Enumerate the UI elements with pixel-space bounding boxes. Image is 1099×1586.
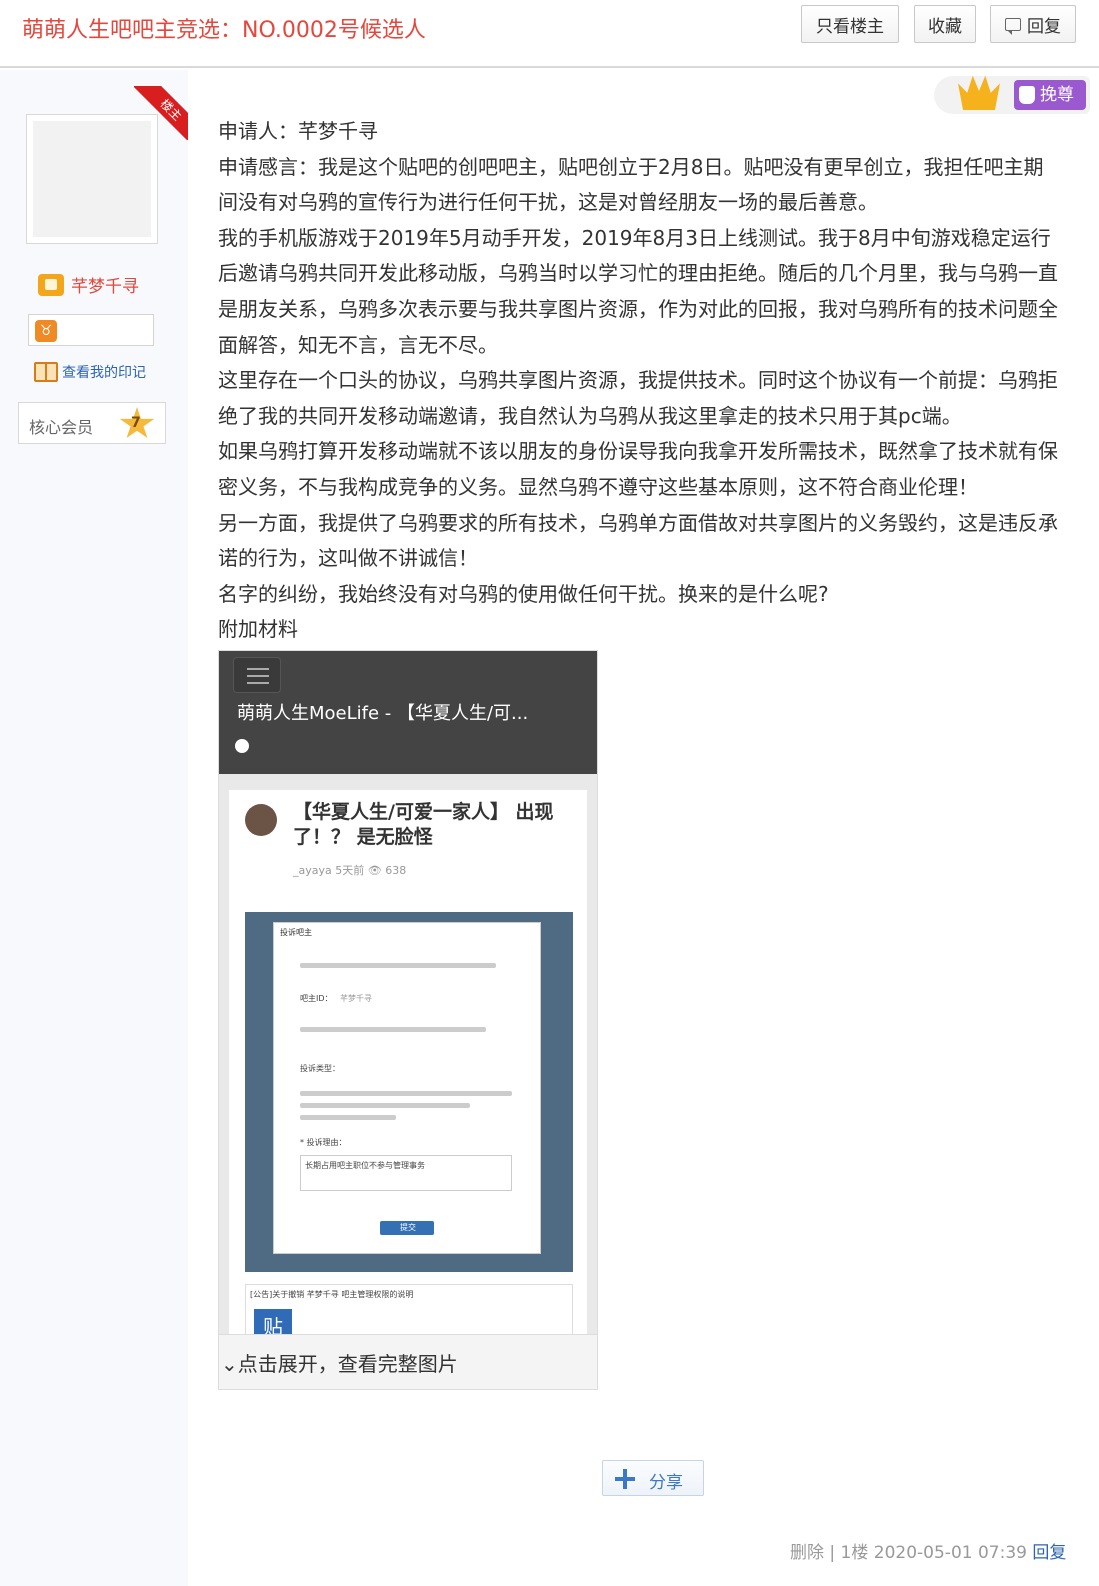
wanzun-badge[interactable]: 挽尊 (934, 72, 1094, 116)
post-time: 2020-05-01 07:39 (873, 1543, 1027, 1563)
post-paragraph: 如果乌鸦打算开发移动端就不该以朋友的身份误导我向我拿开发所需技术，既然拿了技术就… (218, 439, 1058, 499)
post-paragraph: 申请感言：我是这个贴吧的创吧吧主，贴吧创立于2月8日。贴吧没有更早创立，我担任吧… (218, 154, 1044, 215)
yinji-row[interactable]: 查看我的印记 (34, 362, 146, 382)
dialog-submit-label: 提交 (400, 1223, 416, 1232)
taurus-badge-icon[interactable]: ♉ (35, 320, 57, 342)
screenshot-inner-image: 投诉吧主 吧主ID： 芊梦千寻 投诉类型： * 投诉理由： 长期占用吧主职位不参… (245, 912, 573, 1272)
dialog-id-value: 芊梦千寻 (340, 994, 372, 1003)
dialog-id-label: 吧主ID： (300, 994, 333, 1003)
dialog-reason-text: 长期占用吧主职位不参与管理事务 (305, 1161, 425, 1170)
view-yinji-link[interactable]: 查看我的印记 (62, 362, 146, 382)
only-louzhu-button[interactable]: 只看楼主 (801, 5, 899, 43)
favorite-button[interactable]: 收藏 (914, 5, 976, 43)
complaint-dialog: 投诉吧主 吧主ID： 芊梦千寻 投诉类型： * 投诉理由： 长期占用吧主职位不参… (273, 922, 541, 1254)
screenshot-notice-title: [公告]关于撤销 芊梦千寻 吧主管理权限的说明 (250, 1290, 414, 1299)
member-level: 7 (131, 415, 141, 431)
dialog-submit-button: 提交 (380, 1221, 434, 1235)
dialog-title: 投诉吧主 (280, 928, 312, 937)
wanzun-tag[interactable]: 挽尊 (1014, 80, 1086, 110)
louzhu-ribbon-label: 楼主 (134, 86, 188, 140)
hand-icon (1019, 86, 1035, 104)
dialog-type-label: 投诉类型： (300, 1064, 340, 1073)
dialog-reason-box: 长期占用吧主职位不参与管理事务 (300, 1155, 512, 1191)
post-paragraph: 另一方面，我提供了乌鸦要求的所有技术，乌鸦单方面借故对共享图片的义务毁约，这是违… (218, 510, 1058, 571)
post-paragraph: 我的手机版游戏于2019年5月动手开发，2019年8月3日上线测试。我于8月中旬… (218, 225, 1058, 357)
tail-separator: | (824, 1543, 841, 1563)
screenshot-meta: _ayaya 5天前 👁 638 (293, 864, 407, 877)
book-icon (34, 362, 58, 382)
screenshot-card: 【华夏人生/可爱一家人】 出现了！？ 是无脸怪 _ayaya 5天前 👁 638… (229, 790, 587, 1350)
plus-icon (615, 1469, 635, 1489)
post-paragraph: 名字的纠纷，我始终没有对乌鸦的使用做任何干扰。换来的是什么呢? (218, 581, 829, 606)
screenshot-body: 【华夏人生/可爱一家人】 出现了！？ 是无脸怪 _ayaya 5天前 👁 638… (219, 774, 597, 1350)
screenshot-post-title: 【华夏人生/可爱一家人】 出现了！？ 是无脸怪 (293, 801, 554, 848)
post-content: 申请人：芊梦千寻 申请感言：我是这个贴吧的创吧吧主，贴吧创立于2月8日。贴吧没有… (218, 114, 1058, 648)
wanzun-label: 挽尊 (1040, 85, 1074, 105)
member-label: 核心会员 (29, 418, 94, 437)
floor-reply-link[interactable]: 回复 (1032, 1543, 1066, 1563)
member-level-box[interactable]: 核心会员 7 (18, 402, 166, 444)
expand-image-bar[interactable]: ⌄点击展开，查看完整图片 (219, 1334, 597, 1389)
screenshot-site-title: 萌萌人生MoeLife - 【华夏人生/可... (237, 703, 529, 724)
post-paragraph: 这里存在一个口头的协议，乌鸦共享图片资源，我提供技术。同时这个协议有一个前提：乌… (218, 368, 1058, 428)
expand-image-link[interactable]: ⌄点击展开，查看完整图片 (221, 1348, 458, 1377)
reply-button-label: 回复 (1027, 16, 1061, 37)
delete-link[interactable]: 删除 (790, 1543, 824, 1563)
screenshot-avatar (245, 804, 277, 836)
post-paragraph: 附加材料 (218, 617, 298, 642)
attached-image[interactable]: 萌萌人生MoeLife - 【华夏人生/可... 【华夏人生/可爱一家人】 出现… (218, 650, 598, 1390)
post-tail: 删除 | 1楼 2020-05-01 07:39 回复 (790, 1538, 1066, 1563)
author-name-row[interactable]: 芊梦千寻 (38, 272, 139, 297)
share-label: 分享 (649, 1473, 683, 1493)
dialog-reason-label: * 投诉理由： (300, 1138, 347, 1147)
vip-user-icon (38, 273, 64, 296)
badge-box: ♉ (28, 314, 154, 346)
thread-header: 萌萌人生吧吧主竞选：NO.0002号候选人 只看楼主 收藏 回复 (0, 0, 1099, 68)
hamburger-menu-icon (233, 657, 281, 693)
floor-number: 1楼 (840, 1543, 869, 1563)
share-button[interactable]: 分享 (602, 1460, 704, 1496)
comment-icon (1005, 17, 1021, 35)
reply-button[interactable]: 回复 (990, 5, 1076, 43)
post-paragraph: 申请人：芊梦千寻 (218, 119, 378, 143)
louzhu-ribbon: 楼主 (134, 86, 188, 140)
author-sidebar (0, 70, 188, 1586)
author-name[interactable]: 芊梦千寻 (71, 272, 139, 297)
thread-title: 萌萌人生吧吧主竞选：NO.0002号候选人 (22, 18, 426, 43)
user-icon (235, 739, 249, 753)
screenshot-navbar: 萌萌人生MoeLife - 【华夏人生/可... (219, 651, 597, 774)
